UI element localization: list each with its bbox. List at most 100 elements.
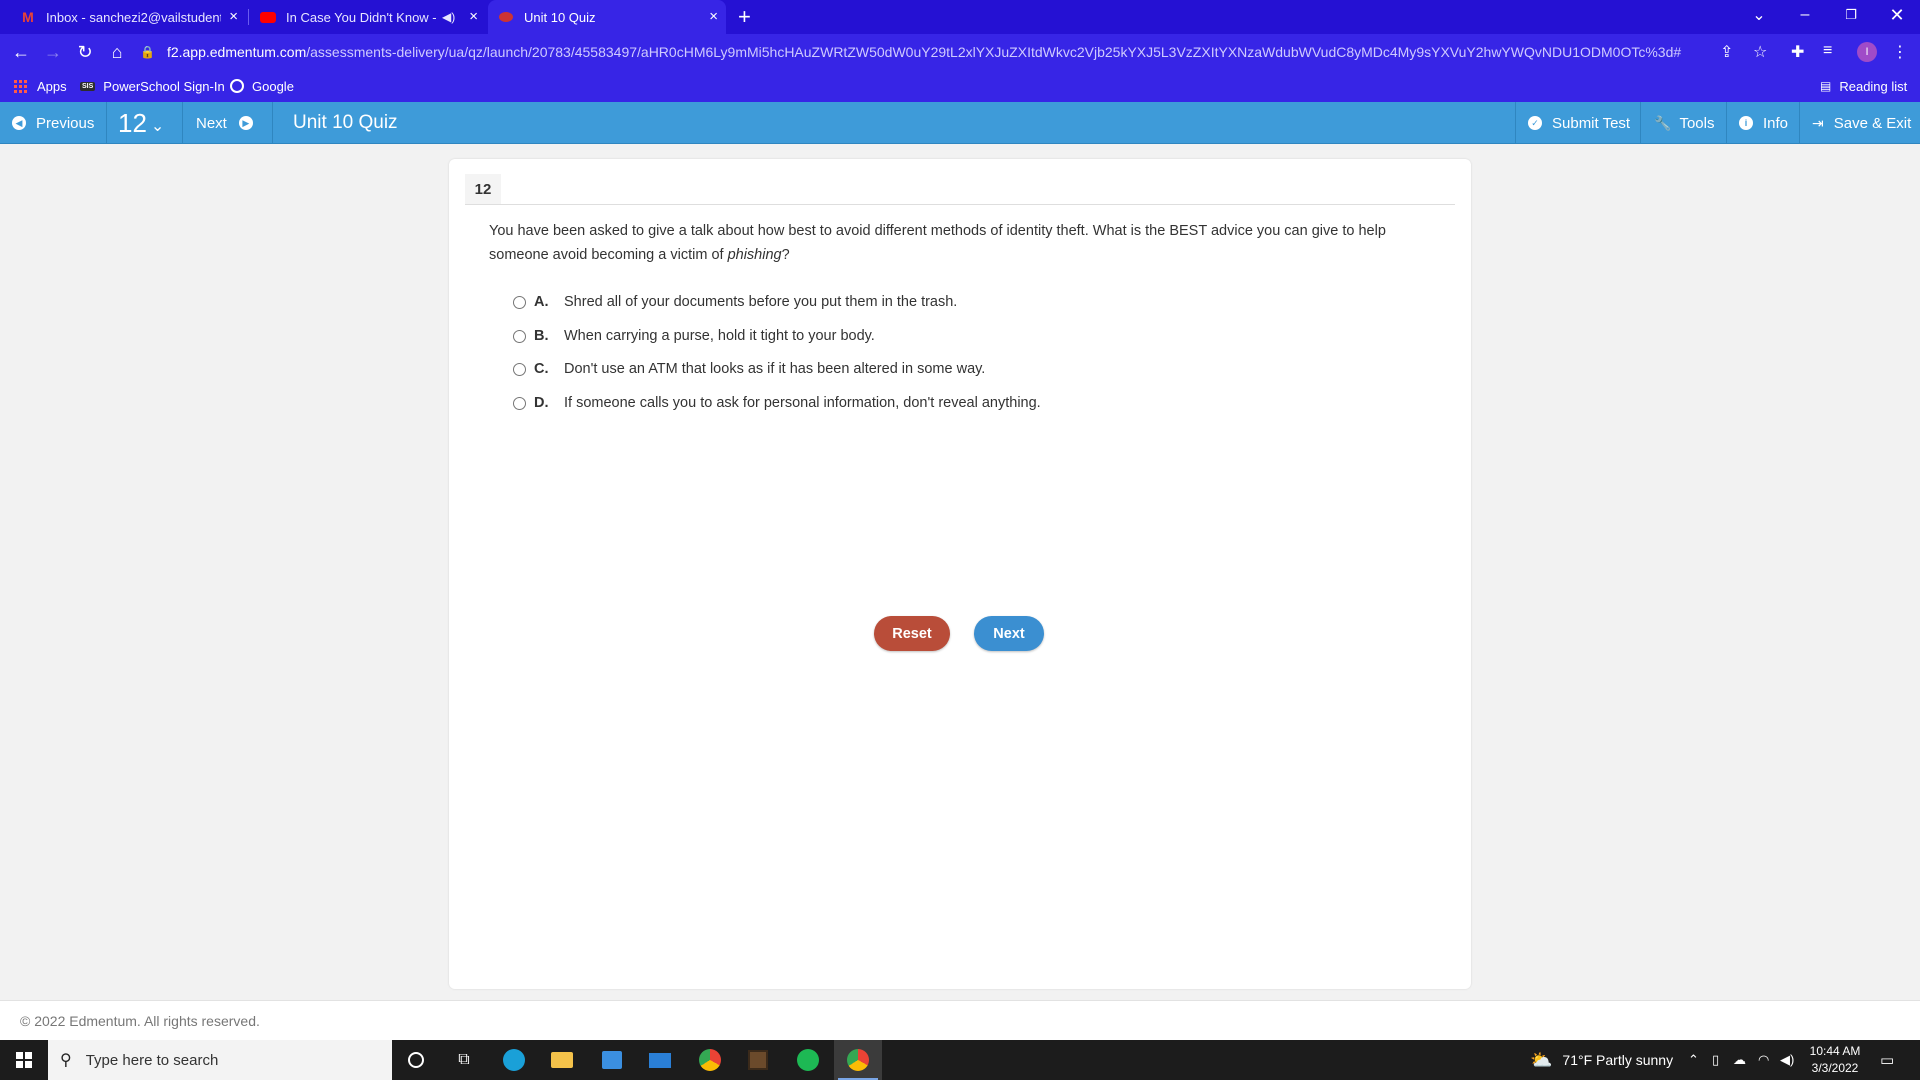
- task-view-icon[interactable]: ⧉: [440, 1040, 488, 1080]
- back-arrow-icon[interactable]: ←: [9, 40, 33, 64]
- radio-button[interactable]: [513, 329, 526, 343]
- cortana-icon[interactable]: [392, 1040, 440, 1080]
- youtube-icon: [260, 9, 276, 25]
- next-label: Next: [196, 114, 227, 132]
- show-hidden-icons-chevron-icon[interactable]: ⌃: [1688, 1040, 1699, 1080]
- edge-browser-icon[interactable]: [490, 1040, 538, 1080]
- option-text: Shred all of your documents before you p…: [564, 294, 958, 310]
- weather-text: 71°F Partly sunny: [1562, 1052, 1674, 1068]
- onedrive-cloud-icon[interactable]: ☁: [1733, 1040, 1746, 1080]
- question-selector[interactable]: 12 ⌄: [118, 102, 164, 144]
- quiz-title: Unit 10 Quiz: [293, 112, 398, 133]
- tab-search-chevron-icon[interactable]: ⌄: [1736, 0, 1782, 30]
- windows-logo-icon: [16, 1052, 32, 1068]
- close-tab-icon[interactable]: ×: [709, 9, 718, 25]
- tab-unit-10-quiz[interactable]: Unit 10 Quiz ×: [488, 0, 726, 34]
- option-text: When carrying a purse, hold it tight to …: [564, 328, 875, 344]
- volume-icon[interactable]: ◀): [1780, 1040, 1794, 1080]
- mail-icon[interactable]: [636, 1040, 684, 1080]
- speaker-icon[interactable]: ◀): [442, 10, 455, 24]
- kebab-menu-icon[interactable]: ⋮: [1892, 42, 1908, 62]
- spotify-icon[interactable]: [784, 1040, 832, 1080]
- file-explorer-icon[interactable]: [538, 1040, 586, 1080]
- copyright-text: © 2022 Edmentum. All rights reserved.: [20, 1012, 260, 1029]
- bookmark-label: Apps: [37, 78, 67, 94]
- answer-option-b[interactable]: B. When carrying a purse, hold it tight …: [513, 325, 875, 347]
- url-host: f2.app.edmentum.com: [166, 44, 307, 60]
- option-letter: C.: [534, 361, 549, 377]
- sign-out-icon: ⇥: [1812, 114, 1824, 131]
- radio-button[interactable]: [513, 362, 526, 376]
- question-prompt: You have been asked to give a talk about…: [489, 219, 1449, 267]
- search-icon: ⚲: [60, 1052, 72, 1069]
- microsoft-store-icon[interactable]: [588, 1040, 636, 1080]
- reading-list-icon: ▤: [1820, 79, 1832, 93]
- wrench-icon: 🔧: [1654, 114, 1672, 131]
- tools-button[interactable]: 🔧 Tools: [1654, 102, 1714, 144]
- submit-test-button[interactable]: ✓ Submit Test: [1528, 102, 1630, 144]
- url-path: /assessments-delivery/ua/qz/launch/20783…: [306, 44, 1682, 60]
- radio-button[interactable]: [513, 396, 526, 410]
- header-next-button[interactable]: Next ▶: [196, 102, 253, 144]
- previous-button[interactable]: ◀ Previous: [12, 102, 94, 144]
- weather-widget[interactable]: ⛅ 71°F Partly sunny: [1530, 1040, 1673, 1080]
- save-exit-button[interactable]: ⇥ Save & Exit: [1812, 102, 1911, 144]
- chevron-down-icon: ⌄: [150, 118, 165, 135]
- answer-option-a[interactable]: A. Shred all of your documents before yo…: [513, 291, 957, 313]
- reading-list-button[interactable]: ▤ Reading list: [1820, 76, 1907, 96]
- media-control-icon[interactable]: ≡: [1823, 42, 1832, 60]
- new-tab-plus-icon[interactable]: +: [738, 4, 751, 30]
- answer-option-d[interactable]: D. If someone calls you to ask for perso…: [513, 392, 1041, 414]
- bookmark-label: Google: [252, 78, 294, 94]
- extensions-puzzle-icon[interactable]: ✚: [1791, 42, 1804, 62]
- answer-option-c[interactable]: C. Don't use an ATM that looks as if it …: [513, 358, 985, 380]
- save-exit-label: Save & Exit: [1833, 114, 1912, 132]
- lock-icon[interactable]: 🔒: [140, 45, 155, 59]
- minimize-icon[interactable]: –: [1782, 0, 1828, 30]
- info-button[interactable]: i Info: [1739, 102, 1788, 144]
- info-icon: i: [1739, 116, 1753, 130]
- bookmark-powerschool[interactable]: SIS PowerSchool Sign-In: [80, 76, 225, 96]
- tab-youtube-video[interactable]: In Case You Didn't Know - Br ◀) ×: [250, 0, 486, 34]
- question-number-badge: 12: [465, 174, 501, 204]
- start-button[interactable]: [0, 1040, 48, 1080]
- option-text: Don't use an ATM that looks as if it has…: [564, 361, 986, 377]
- close-tab-icon[interactable]: ×: [229, 9, 238, 25]
- close-window-icon[interactable]: ✕: [1874, 0, 1920, 30]
- reset-button[interactable]: Reset: [874, 616, 950, 651]
- home-icon[interactable]: ⌂: [105, 40, 129, 64]
- reload-icon[interactable]: ↻: [73, 40, 97, 64]
- taskbar-search-box[interactable]: ⚲ Type here to search: [48, 1040, 392, 1080]
- radio-button[interactable]: [513, 295, 526, 309]
- bookmark-apps[interactable]: Apps: [14, 76, 67, 96]
- device-icon[interactable]: ▯: [1712, 1040, 1719, 1080]
- profile-avatar[interactable]: I: [1857, 42, 1877, 62]
- previous-label: Previous: [36, 114, 95, 132]
- bookmark-google[interactable]: Google: [230, 76, 294, 96]
- share-icon[interactable]: ⇪: [1720, 42, 1733, 62]
- address-bar[interactable]: 🔒 f2.app.edmentum.com/assessments-delive…: [140, 38, 1765, 66]
- bookmark-label: PowerSchool Sign-In: [103, 78, 225, 94]
- close-tab-icon[interactable]: ×: [469, 9, 478, 25]
- page-footer: © 2022 Edmentum. All rights reserved.: [0, 1000, 1920, 1040]
- chrome-profile-icon[interactable]: [834, 1040, 882, 1080]
- notification-center-icon[interactable]: ▭: [1880, 1040, 1894, 1080]
- minecraft-icon[interactable]: [734, 1040, 782, 1080]
- tab-title: In Case You Didn't Know - Br: [286, 9, 436, 25]
- restore-icon[interactable]: ❐: [1828, 0, 1874, 30]
- chrome-icon[interactable]: [686, 1040, 734, 1080]
- question-emphasis: phishing: [727, 247, 782, 263]
- tab-gmail-inbox[interactable]: M Inbox - sanchezi2@vailstudents. ×: [10, 0, 246, 34]
- reading-list-label: Reading list: [1839, 78, 1908, 94]
- next-button[interactable]: Next: [974, 616, 1044, 651]
- question-text-end: ?: [781, 247, 790, 263]
- bookmarks-bar: Apps SIS PowerSchool Sign-In Google ▤ Re…: [0, 70, 1920, 102]
- quiz-header: ◀ Previous 12 ⌄ Next ▶ Unit 10 Quiz ✓ Su…: [0, 102, 1920, 144]
- edmentum-icon: [498, 9, 514, 25]
- system-clock[interactable]: 10:44 AM 3/3/2022: [1802, 1043, 1868, 1077]
- wifi-icon[interactable]: ◠: [1758, 1040, 1769, 1080]
- bookmark-star-icon[interactable]: ☆: [1753, 42, 1767, 62]
- windows-taskbar: ⚲ Type here to search ⧉ ⛅ 71°F Partly su…: [0, 1040, 1920, 1080]
- gmail-icon: M: [22, 9, 34, 25]
- forward-arrow-icon[interactable]: →: [41, 40, 65, 64]
